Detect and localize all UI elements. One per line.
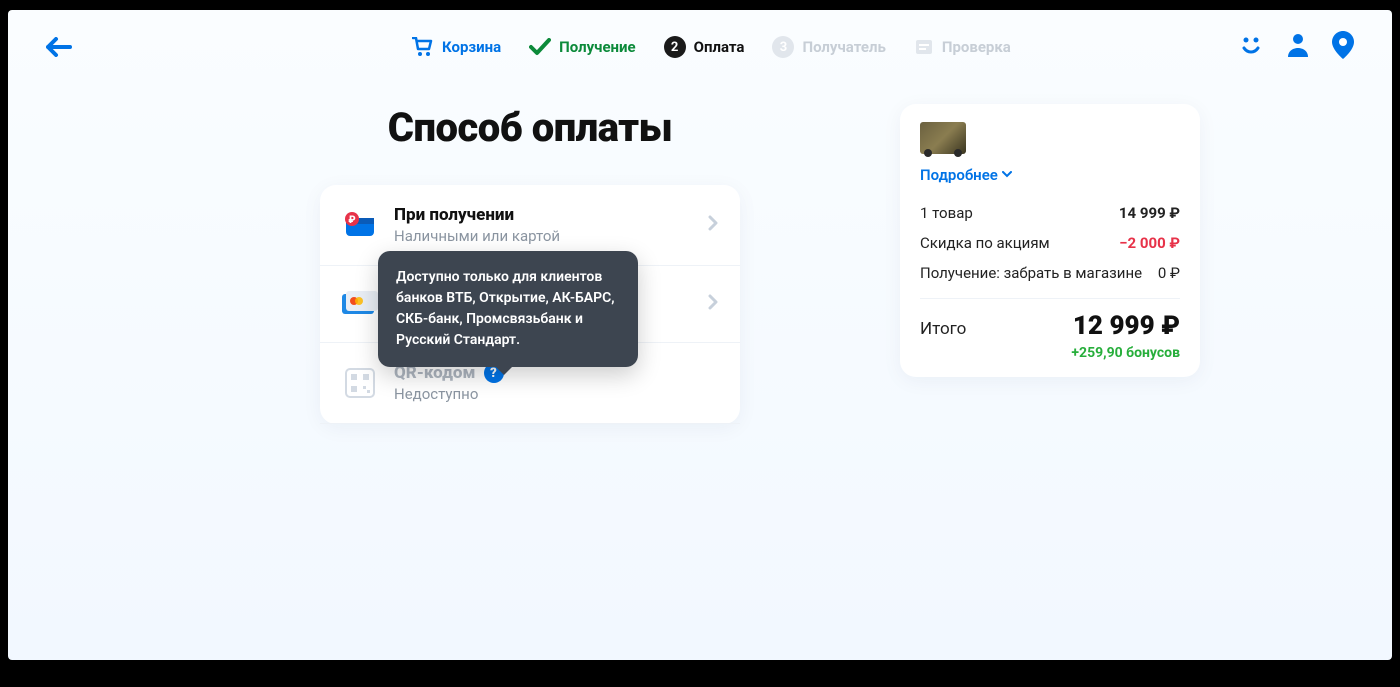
summary-more-link[interactable]: Подробнее — [920, 166, 1180, 184]
card-icon — [342, 286, 378, 322]
step-recipient: 3 Получатель — [772, 36, 885, 58]
chevron-right-icon — [708, 294, 718, 314]
step-payment[interactable]: 2 Оплата — [664, 36, 745, 58]
step-payment-label: Оплата — [694, 38, 745, 56]
smile-icon[interactable] — [1238, 32, 1264, 62]
summary-discount-label: Скидка по акциям — [920, 234, 1050, 252]
option-qr-sub: Недоступно — [394, 385, 718, 403]
option-on-receive-title: При получении — [394, 205, 692, 225]
summary-discount-row: Скидка по акциям −2 000 ₽ — [920, 228, 1180, 258]
summary-delivery-value: 0 ₽ — [1158, 264, 1180, 282]
step-recipient-badge: 3 — [772, 36, 794, 58]
summary-total-row: Итого 12 999 ₽ — [920, 311, 1180, 341]
checkout-steps: Корзина Получение 2 Оплата 3 Получатель … — [412, 36, 1011, 58]
summary-delivery-row: Получение: забрать в магазине 0 ₽ — [920, 258, 1180, 288]
qr-icon — [342, 365, 378, 401]
option-on-receive-sub: Наличными или картой — [394, 227, 692, 245]
check-icon — [529, 38, 551, 56]
location-icon[interactable] — [1332, 31, 1354, 63]
chevron-down-icon — [1002, 171, 1012, 179]
wallet-icon: ₽ — [342, 207, 378, 243]
step-check: Проверка — [914, 38, 1011, 56]
payment-options: ₽ При получении Наличными или картой — [320, 185, 740, 424]
summary-delivery-label: Получение: забрать в магазине — [920, 264, 1148, 282]
step-delivery[interactable]: Получение — [529, 38, 636, 56]
step-payment-badge: 2 — [664, 36, 686, 58]
step-delivery-label: Получение — [559, 38, 636, 56]
step-cart[interactable]: Корзина — [412, 37, 501, 57]
divider — [920, 298, 1180, 299]
summary-items-value: 14 999 ₽ — [1119, 204, 1180, 222]
svg-text:₽: ₽ — [348, 215, 355, 226]
user-icon[interactable] — [1286, 32, 1310, 62]
qr-tooltip: Доступно только для клиентов банков ВТБ,… — [378, 251, 638, 367]
page-title: Способ оплаты — [200, 104, 860, 151]
header: Корзина Получение 2 Оплата 3 Получатель … — [8, 10, 1392, 84]
receipt-icon — [914, 38, 934, 56]
summary-discount-value: −2 000 ₽ — [1119, 234, 1180, 252]
chevron-right-icon — [708, 215, 718, 235]
summary-total-value: 12 999 ₽ — [1073, 311, 1180, 341]
step-cart-label: Корзина — [442, 38, 501, 56]
summary-items-label: 1 товар — [920, 204, 973, 222]
summary-bonus: +259,90 бонусов — [920, 345, 1180, 361]
back-button[interactable] — [46, 37, 72, 57]
summary-total-label: Итого — [920, 319, 966, 339]
step-recipient-label: Получатель — [802, 38, 885, 56]
summary-more-label: Подробнее — [920, 166, 998, 184]
cart-icon — [412, 37, 434, 57]
product-thumbnail[interactable] — [920, 122, 966, 154]
arrow-left-icon — [46, 37, 72, 57]
step-check-label: Проверка — [942, 38, 1011, 56]
order-summary: Подробнее 1 товар 14 999 ₽ Скидка по акц… — [900, 104, 1200, 377]
summary-items-row: 1 товар 14 999 ₽ — [920, 198, 1180, 228]
